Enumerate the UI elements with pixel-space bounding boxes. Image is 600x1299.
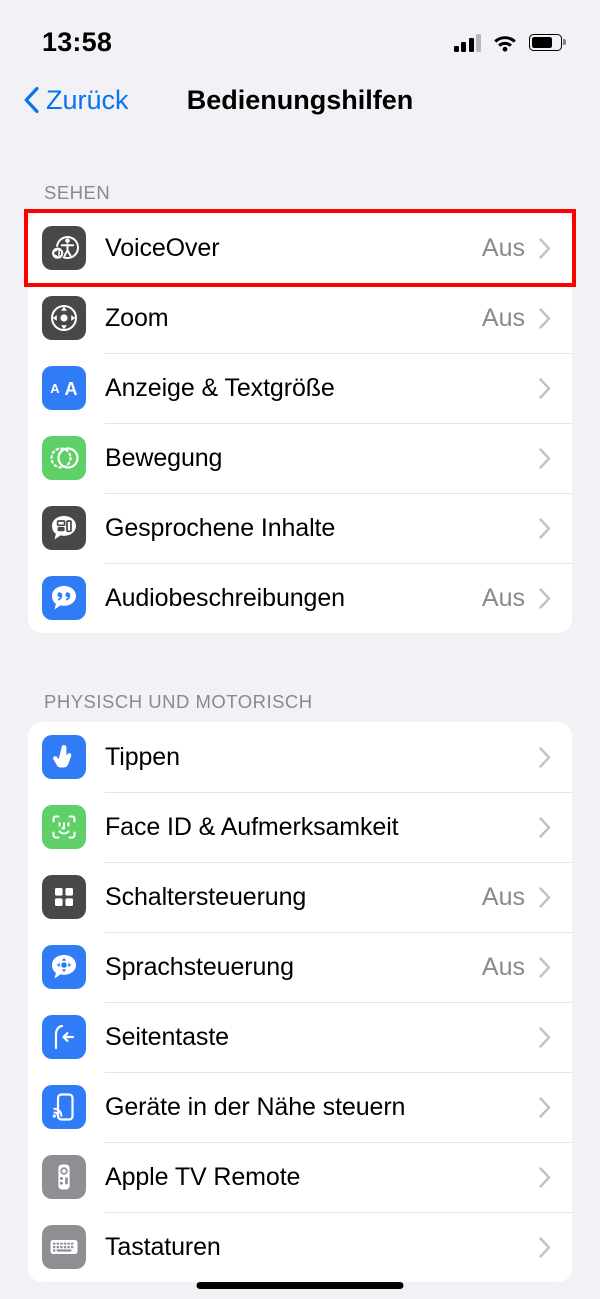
settings-row-zoom[interactable]: Zoom Aus	[28, 283, 572, 353]
settings-row-label: Schaltersteuerung	[105, 882, 307, 911]
chevron-right-icon	[539, 1096, 551, 1118]
chevron-right-icon	[539, 1236, 551, 1258]
back-button-label: Zurück	[46, 84, 129, 115]
settings-row-face-id[interactable]: Face ID & Aufmerksamkeit	[28, 792, 572, 862]
status-bar-time: 13:58	[42, 26, 113, 57]
home-indicator	[196, 1282, 404, 1289]
cellular-signal-icon	[453, 33, 481, 52]
switch-control-icon	[42, 875, 86, 919]
settings-content: SEHEN VoiceOver Aus Zoom Aus A A Anzeige…	[0, 182, 600, 1282]
chevron-right-icon	[539, 816, 551, 838]
chevron-right-icon	[539, 587, 551, 609]
section-header-physisch-und-motorisch: PHYSISCH UND MOTORISCH	[44, 691, 313, 712]
settings-row-label: Audiobeschreibungen	[105, 583, 345, 612]
settings-row-value: Aus	[481, 583, 525, 612]
settings-row-voiceover[interactable]: VoiceOver Aus	[28, 213, 572, 283]
display-text-size-icon: A A	[42, 366, 86, 410]
navigation-bar: Zurück Bedienungshilfen	[0, 70, 600, 130]
chevron-right-icon	[539, 1026, 551, 1048]
settings-row-label: Zoom	[105, 303, 169, 332]
chevron-right-icon	[539, 307, 551, 329]
audio-descriptions-icon	[42, 576, 86, 620]
settings-row-switch-control[interactable]: Schaltersteuerung Aus	[28, 862, 572, 932]
wifi-icon	[494, 35, 516, 52]
settings-row-value: Aus	[481, 882, 525, 911]
settings-row-side-button[interactable]: Seitentaste	[28, 1002, 572, 1072]
face-id-icon	[42, 805, 86, 849]
settings-row-voice-control[interactable]: Sprachsteuerung Aus	[28, 932, 572, 1002]
settings-row-value: Aus	[481, 233, 525, 262]
settings-row-apple-tv-remote[interactable]: Apple TV Remote	[28, 1142, 572, 1212]
settings-row-label: Gesprochene Inhalte	[105, 513, 336, 542]
back-button[interactable]: Zurück	[24, 85, 129, 116]
section-card-sehen: VoiceOver Aus Zoom Aus A A Anzeige & Tex…	[28, 213, 572, 633]
settings-row-label: Tippen	[105, 742, 180, 771]
keyboards-icon	[42, 1225, 86, 1269]
settings-row-label: Face ID & Aufmerksamkeit	[105, 812, 399, 841]
settings-row-keyboards[interactable]: Tastaturen	[28, 1212, 572, 1282]
settings-row-label: Sprachsteuerung	[105, 952, 294, 981]
chevron-right-icon	[539, 237, 551, 259]
settings-row-label: Tastaturen	[105, 1232, 221, 1261]
settings-row-label: Apple TV Remote	[105, 1162, 301, 1191]
settings-row-audio-descriptions[interactable]: Audiobeschreibungen Aus	[28, 563, 572, 633]
settings-row-label: Geräte in der Nähe steuern	[105, 1092, 406, 1121]
settings-row-touch[interactable]: Tippen	[28, 722, 572, 792]
apple-tv-remote-icon	[42, 1155, 86, 1199]
section-header-sehen: SEHEN	[44, 182, 111, 203]
chevron-right-icon	[539, 1166, 551, 1188]
settings-row-value: Aus	[481, 303, 525, 332]
chevron-right-icon	[539, 956, 551, 978]
settings-row-display-text-size[interactable]: A A Anzeige & Textgröße	[28, 353, 572, 423]
battery-icon	[529, 33, 562, 51]
chevron-right-icon	[539, 377, 551, 399]
chevron-right-icon	[539, 886, 551, 908]
touch-icon	[42, 735, 86, 779]
status-bar-icons	[453, 33, 562, 52]
voice-control-icon	[42, 945, 86, 989]
status-bar: 13:58	[0, 0, 600, 70]
control-nearby-devices-icon	[42, 1085, 86, 1129]
settings-row-label: Bewegung	[105, 443, 223, 472]
motion-icon	[42, 436, 86, 480]
settings-row-control-nearby-devices[interactable]: Geräte in der Nähe steuern	[28, 1072, 572, 1142]
spoken-content-icon	[42, 506, 86, 550]
settings-row-label: Anzeige & Textgröße	[105, 373, 335, 402]
settings-row-label: Seitentaste	[105, 1022, 229, 1051]
chevron-left-icon	[24, 87, 39, 113]
settings-row-value: Aus	[481, 952, 525, 981]
chevron-right-icon	[539, 517, 551, 539]
zoom-icon	[42, 296, 86, 340]
voiceover-icon	[42, 226, 86, 270]
settings-row-label: VoiceOver	[105, 233, 220, 262]
chevron-right-icon	[539, 746, 551, 768]
chevron-right-icon	[539, 447, 551, 469]
svg-text:A: A	[50, 381, 60, 396]
settings-row-motion[interactable]: Bewegung	[28, 423, 572, 493]
settings-row-spoken-content[interactable]: Gesprochene Inhalte	[28, 493, 572, 563]
side-button-icon	[42, 1015, 86, 1059]
section-card-physisch-und-motorisch: Tippen Face ID & Aufmerksamkeit Schalter…	[28, 722, 572, 1282]
svg-text:A: A	[65, 379, 78, 399]
